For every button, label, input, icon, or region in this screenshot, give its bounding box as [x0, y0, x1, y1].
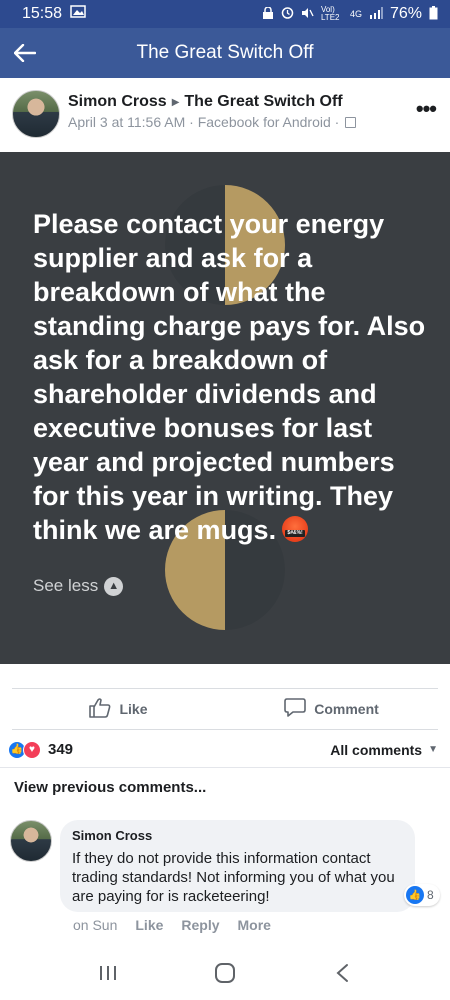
post-author-line: Simon Cross ▶ The Great Switch Off: [68, 93, 416, 111]
mute-icon: [301, 7, 314, 22]
post-body: Please contact your energy supplier and …: [0, 152, 450, 664]
post-meta: Simon Cross ▶ The Great Switch Off April…: [68, 90, 416, 130]
status-right: Vol) LTE2 4G 76%: [262, 5, 438, 23]
reaction-icons: 👍 ♥: [8, 740, 41, 759]
caret-down-icon: ▼: [428, 744, 438, 755]
signal-icon: [369, 6, 383, 22]
comment-actions: on Sun Like Reply More: [73, 917, 271, 933]
comment-button[interactable]: Comment: [225, 689, 438, 729]
comment-reaction-count: 8: [427, 888, 434, 902]
arrow-right-icon: ▶: [171, 96, 180, 108]
post-text-container: Please contact your energy supplier and …: [33, 207, 428, 547]
like-button[interactable]: Like: [12, 689, 225, 729]
comment-label: Comment: [314, 701, 379, 717]
post-timestamp-line: April 3 at 11:56 AM · Facebook for Andro…: [68, 114, 416, 130]
comment-author[interactable]: Simon Cross: [72, 828, 403, 843]
view-previous-comments[interactable]: View previous comments...: [14, 779, 206, 796]
page-title: The Great Switch Off: [136, 42, 314, 63]
back-arrow-icon[interactable]: [0, 28, 50, 78]
see-less-button[interactable]: See less ▲: [33, 576, 124, 596]
recent-apps-icon[interactable]: [88, 953, 128, 993]
reactions-summary[interactable]: 👍 ♥ 349: [8, 740, 74, 759]
comment-avatar[interactable]: [10, 820, 52, 862]
comment-bubble[interactable]: Simon Cross If they do not provide this …: [60, 820, 415, 912]
comment-bubble-icon: [284, 697, 307, 721]
love-reaction-icon: ♥: [23, 740, 41, 759]
avatar[interactable]: [12, 90, 60, 138]
more-dots-icon[interactable]: •••: [416, 90, 440, 122]
comment-more-button[interactable]: More: [238, 917, 271, 933]
thumbs-up-icon: [89, 697, 111, 721]
comments-filter-dropdown[interactable]: All comments ▼: [330, 742, 438, 758]
audience-icon: [345, 116, 357, 128]
network-label: Vol) LTE2: [320, 5, 340, 22]
post-action-bar: Like Comment: [12, 688, 438, 730]
comment-reply-button[interactable]: Reply: [181, 917, 219, 933]
reaction-count: 349: [48, 741, 74, 758]
battery-icon: [429, 5, 438, 23]
post-timestamp[interactable]: April 3 at 11:56 AM · Facebook for Andro…: [68, 114, 339, 130]
comment-like-button[interactable]: Like: [135, 917, 163, 933]
home-icon[interactable]: [205, 953, 245, 993]
comments-filter-label: All comments: [330, 741, 423, 758]
status-left: 15:58: [22, 5, 86, 23]
back-icon[interactable]: [322, 953, 362, 993]
status-bar: 15:58 Vol) LTE2 4G 76%: [0, 0, 450, 28]
comment-reactions[interactable]: 👍 8: [404, 884, 440, 906]
post-group[interactable]: The Great Switch Off: [184, 93, 342, 111]
system-nav-bar: [0, 945, 450, 1000]
post-header: Simon Cross ▶ The Great Switch Off April…: [0, 78, 450, 152]
clock: 15:58: [22, 5, 63, 22]
gallery-notification-icon: [70, 5, 86, 23]
battery-percent: 76%: [389, 5, 422, 22]
post-text: Please contact your energy supplier and …: [33, 209, 426, 545]
alarm-icon: [281, 6, 294, 22]
chevron-up-icon: ▲: [104, 576, 124, 596]
angry-emoji-icon: [282, 516, 309, 542]
see-less-label: See less: [33, 576, 99, 595]
network-type: 4G: [349, 9, 362, 19]
comment-text: If they do not provide this information …: [72, 850, 395, 905]
reactions-row: 👍 ♥ 349 All comments ▼: [0, 732, 450, 768]
post-author[interactable]: Simon Cross: [68, 93, 167, 111]
like-reaction-icon: 👍: [406, 886, 424, 904]
like-label: Like: [119, 701, 148, 717]
app-nav-bar: The Great Switch Off: [0, 28, 450, 78]
lock-icon: [262, 5, 274, 22]
comment-time: on Sun: [73, 917, 118, 933]
